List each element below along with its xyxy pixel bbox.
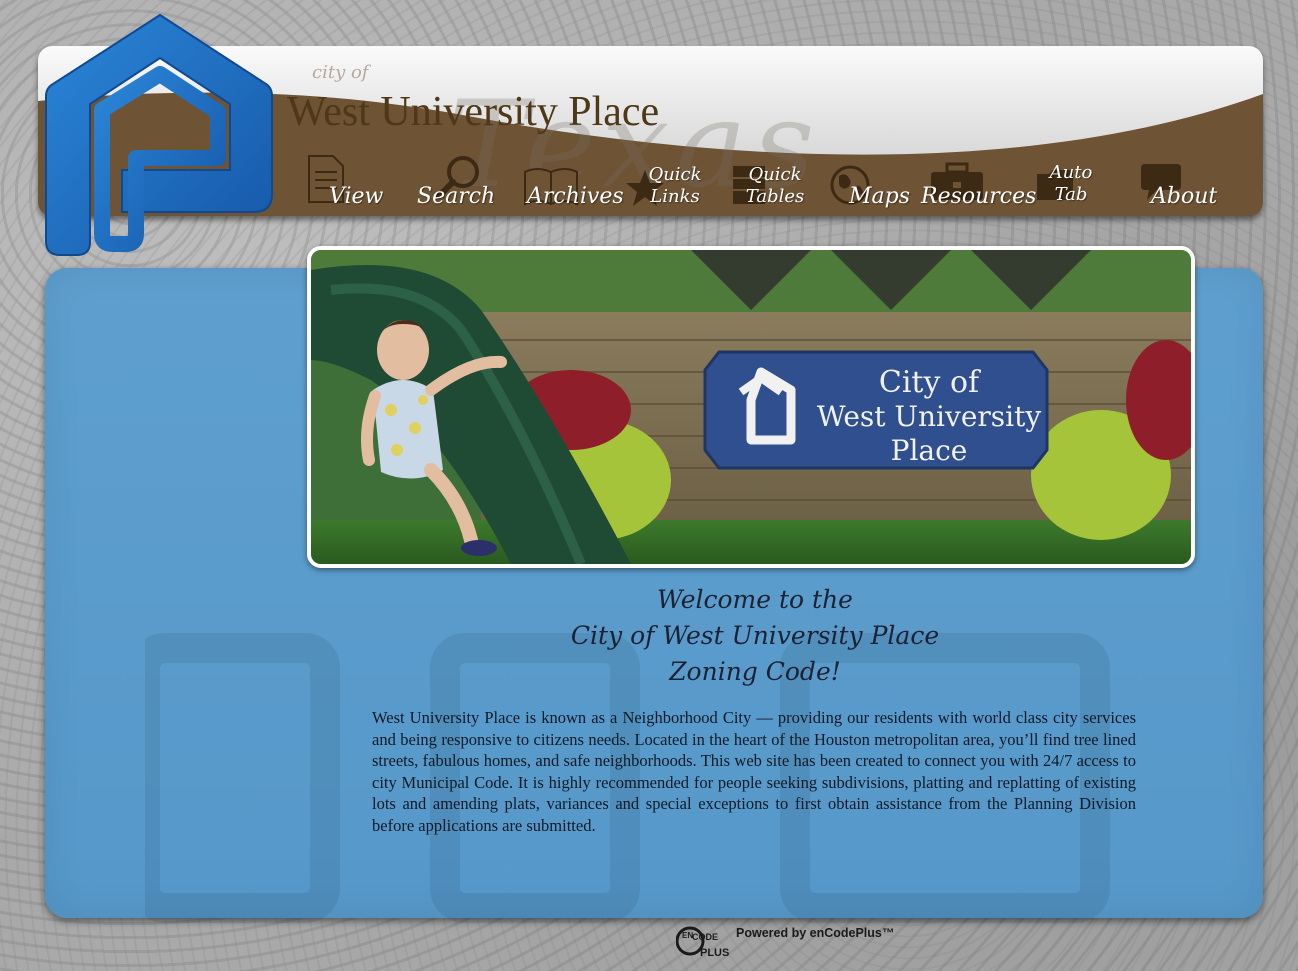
nav-search-label: Search (417, 184, 496, 209)
welcome-line-2: City of West University Place (570, 621, 940, 650)
hero-scene: City of West University Place (311, 250, 1191, 564)
nav-maps[interactable]: Maps (829, 150, 911, 212)
nav-quick-links[interactable]: Quick Links (625, 150, 715, 212)
house-logo-icon[interactable] (40, 12, 280, 262)
nav-about-label: About (1151, 184, 1218, 209)
nav-archives[interactable]: Archives (523, 150, 624, 212)
sign-line-2: West University (817, 400, 1042, 433)
nav-maps-label: Maps (849, 184, 911, 209)
nav-quick-links-label: Quick Links (648, 164, 702, 207)
encodeplus-logo-icon: EN CODE PLUS (676, 926, 729, 958)
main-nav: View Search Archives Quick Links Quick T… (295, 150, 1235, 212)
sign-line-1: City of (879, 365, 981, 400)
nav-quick-tables-label: Quick Tables (745, 164, 805, 207)
nav-view[interactable]: View (305, 150, 385, 212)
nav-resources[interactable]: Resources (919, 150, 1036, 212)
nav-auto-tab-label: Auto Tab (1049, 162, 1093, 205)
nav-view-label: View (329, 184, 384, 209)
svg-text:PLUS: PLUS (700, 947, 729, 958)
intro-paragraph: West University Place is known as a Neig… (372, 708, 1136, 835)
nav-quick-tables[interactable]: Quick Tables (731, 150, 821, 212)
nav-about[interactable]: About (1135, 150, 1225, 212)
welcome-heading: Welcome to the City of West University P… (440, 582, 1070, 690)
svg-text:CODE: CODE (692, 932, 718, 942)
powered-by-link[interactable]: Powered by enCodePlus™ (736, 926, 894, 940)
site-title[interactable]: West University Place (287, 88, 659, 136)
footer[interactable]: EN CODE PLUS Powered by enCodePlus™ (676, 922, 896, 962)
welcome-line-1: Welcome to the (657, 585, 853, 614)
sign-line-3: Place (891, 434, 968, 467)
hero-photo: City of West University Place (307, 246, 1195, 568)
city-of-label: city of (312, 62, 369, 83)
nav-archives-label: Archives (527, 184, 624, 209)
welcome-line-3: Zoning Code! (669, 657, 841, 686)
nav-search[interactable]: Search (415, 150, 495, 212)
nav-resources-label: Resources (921, 184, 1037, 209)
nav-auto-tab[interactable]: Auto Tab (1033, 150, 1113, 212)
